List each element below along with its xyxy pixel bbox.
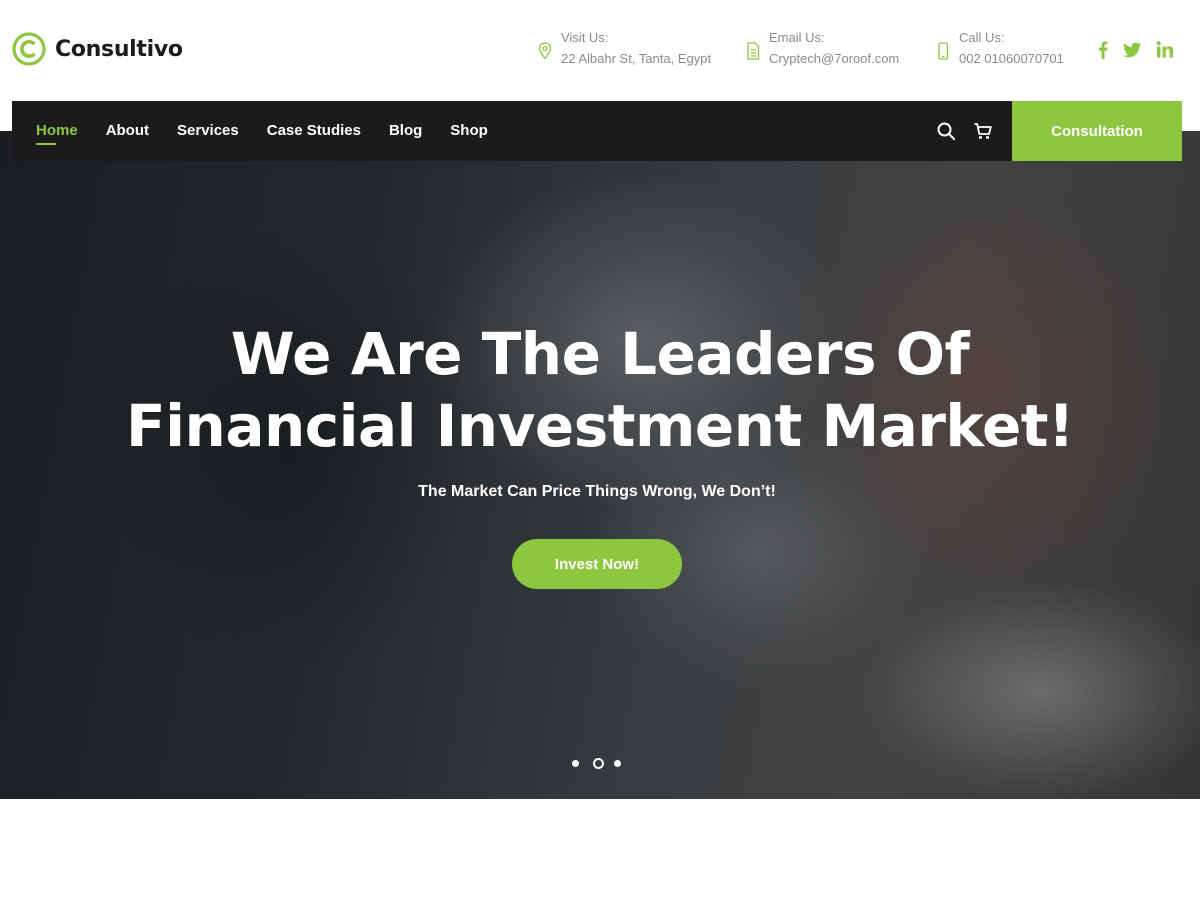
nav-item-about[interactable]: About: [106, 101, 149, 161]
nav-item-blog[interactable]: Blog: [389, 101, 422, 161]
hero-subtitle: The Market Can Price Things Wrong, We Do…: [418, 483, 776, 500]
nav-icons: [936, 121, 1010, 141]
contact-value[interactable]: 002 01060070701: [959, 50, 1064, 68]
top-header: Consultivo Visit Us: 22 Albahr St, Tanta…: [0, 0, 1200, 101]
nav-item-home[interactable]: Home: [36, 101, 78, 161]
slider-pagination: [572, 758, 635, 769]
document-icon: [747, 42, 760, 60]
logo[interactable]: Consultivo: [12, 32, 183, 66]
contact-email: Email Us: Cryptech@7oroof.com: [745, 29, 899, 68]
hero-title-line: We Are The Leaders Of: [230, 320, 970, 388]
contact-visit: Visit Us: 22 Albahr St, Tanta, Egypt: [537, 29, 711, 68]
cart-icon[interactable]: [973, 121, 993, 141]
nav-item-shop[interactable]: Shop: [450, 101, 488, 161]
invest-now-button[interactable]: Invest Now!: [512, 539, 682, 589]
social-links: [1098, 40, 1174, 60]
main-navbar: Home About Services Case Studies Blog Sh…: [12, 101, 1012, 161]
facebook-icon[interactable]: [1098, 40, 1108, 60]
nav-item-services[interactable]: Services: [177, 101, 239, 161]
hero-title-line: Financial Investment Market!: [126, 392, 1074, 460]
page-content-area: [0, 799, 1200, 900]
twitter-icon[interactable]: [1122, 40, 1142, 60]
contact-call: Call Us: 002 01060070701: [935, 29, 1064, 68]
consultivo-c-logo-icon: [12, 32, 46, 66]
slider-dot-active[interactable]: [593, 758, 604, 769]
consultation-button[interactable]: Consultation: [1012, 101, 1182, 161]
linkedin-icon[interactable]: [1156, 40, 1174, 60]
brand-name: Consultivo: [55, 36, 183, 62]
contact-value: 22 Albahr St, Tanta, Egypt: [561, 51, 712, 66]
nav-item-case-studies[interactable]: Case Studies: [267, 101, 361, 161]
search-icon[interactable]: [936, 121, 956, 141]
hero-title: We Are The Leaders Of Financial Investme…: [0, 318, 1200, 462]
mobile-phone-icon: [938, 42, 949, 60]
nav-menu: Home About Services Case Studies Blog Sh…: [36, 101, 516, 161]
contact-label: Visit Us:: [561, 30, 609, 45]
contact-label: Email Us:: [769, 30, 825, 45]
contact-label: Call Us:: [959, 30, 1005, 45]
slider-dot[interactable]: [572, 760, 579, 767]
hero-background-photo: [0, 131, 1200, 799]
location-pin-icon: [538, 42, 552, 60]
hero-slider: We Are The Leaders Of Financial Investme…: [0, 131, 1200, 799]
slider-dot[interactable]: [614, 760, 621, 767]
contact-value[interactable]: Cryptech@7oroof.com: [769, 50, 899, 68]
